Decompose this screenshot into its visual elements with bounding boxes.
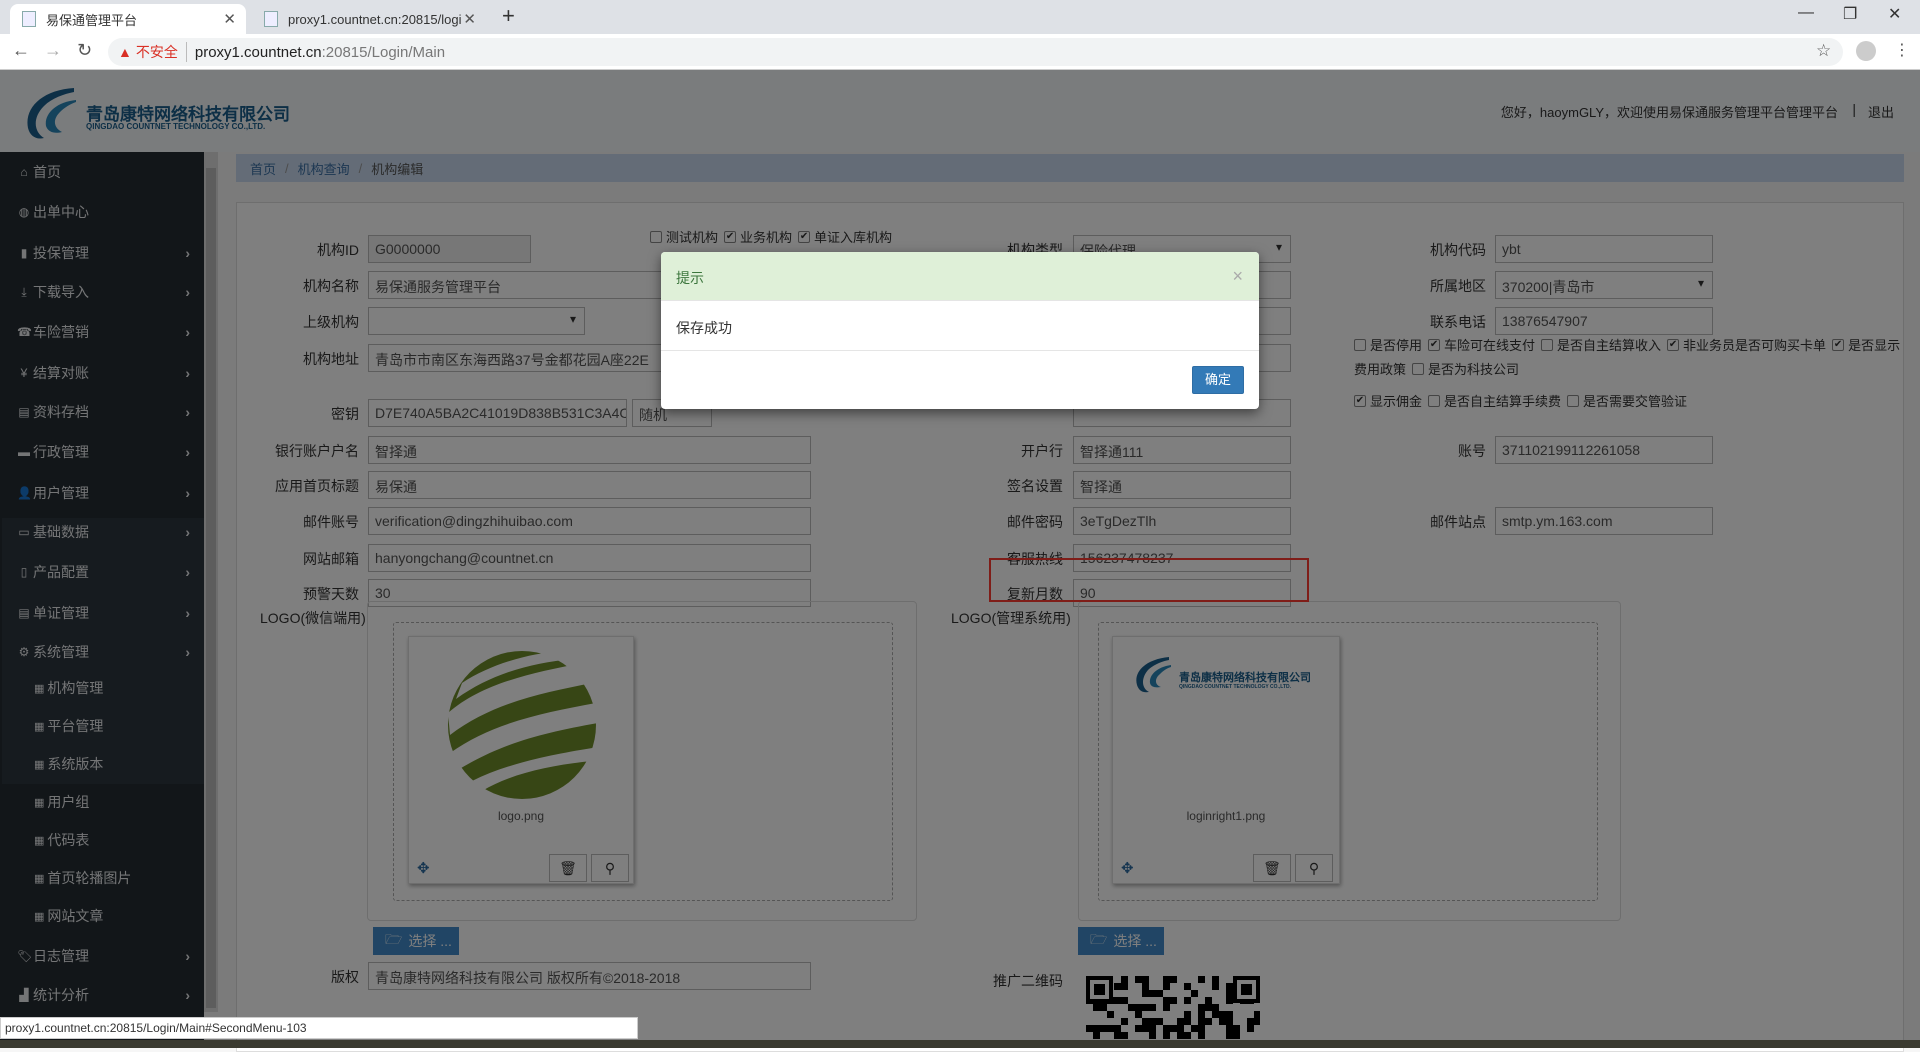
close-tab-icon[interactable]: ✕ [463,10,476,28]
restore-icon[interactable]: ❐ [1843,4,1857,24]
url-input[interactable]: ▲ 不安全 proxy1.countnet.cn:20815/Login/Mai… [108,38,1843,66]
alert-dialog: 提示 × 保存成功 确定 [661,252,1259,409]
back-icon[interactable]: ← [12,40,30,61]
confirm-button[interactable]: 确定 [1192,366,1244,394]
dialog-divider [661,350,1259,351]
status-bar-url: proxy1.countnet.cn:20815/Login/Main#Seco… [0,1017,638,1039]
tab-active[interactable]: 易保通管理平台 ✕ [10,4,246,34]
security-label[interactable]: 不安全 [136,42,187,62]
dialog-title: 提示 [661,252,1259,301]
page-icon [264,11,278,27]
tab-title: 易保通管理平台 [46,12,138,28]
modal-backdrop[interactable] [0,70,1920,1040]
minimize-icon[interactable]: — [1798,4,1814,22]
page-icon [22,11,36,27]
bookmark-star-icon[interactable]: ☆ [1816,41,1831,61]
reload-icon[interactable]: ↻ [77,40,92,61]
url-host: proxy1.countnet.cn [194,43,322,61]
tab-title: proxy1.countnet.cn:20815/logi [288,11,462,27]
menu-icon[interactable]: ⋮ [1894,40,1910,60]
address-bar: ← → ↻ ▲ 不安全 proxy1.countnet.cn:20815/Log… [0,34,1920,70]
url-path: :20815/Login/Main [321,43,446,61]
dialog-message: 保存成功 [676,320,732,336]
os-taskbar [0,1040,1920,1048]
close-icon[interactable]: × [1232,266,1243,287]
forward-icon[interactable]: → [44,40,62,61]
close-window-icon[interactable]: ✕ [1888,4,1901,24]
close-tab-icon[interactable]: ✕ [223,10,236,28]
tab-second[interactable]: proxy1.countnet.cn:20815/logi ✕ [252,4,486,34]
browser-tab-bar: 易保通管理平台 ✕ proxy1.countnet.cn:20815/logi … [0,0,1920,34]
new-tab-button[interactable]: + [502,3,515,29]
profile-avatar-icon[interactable] [1856,41,1876,61]
warning-icon: ▲ [118,44,132,60]
